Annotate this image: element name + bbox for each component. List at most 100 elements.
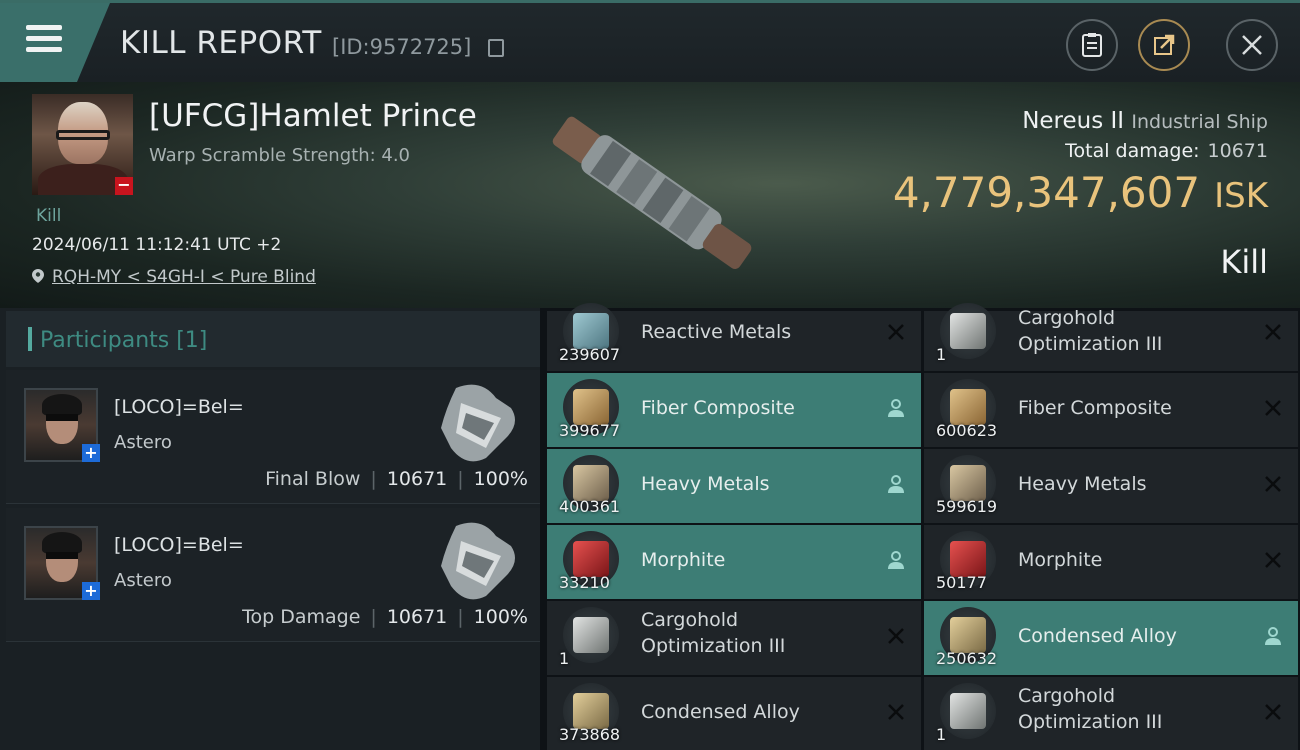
participant-ship: Astero [114, 570, 172, 591]
location-link[interactable]: RQH-MY < S4GH-I < Pure Blind [32, 267, 316, 287]
participant-percent: 100% [473, 468, 528, 490]
plus-badge-icon: + [82, 444, 100, 462]
loot-item[interactable]: 33210 Morphite [547, 525, 921, 599]
participant-damage: 10671 [386, 468, 448, 490]
participant-row[interactable]: + [LOCO]=Bel= Astero Top Damage | 10671 | 10… [6, 508, 540, 642]
item-quantity: 599619 [936, 497, 998, 516]
ship-name[interactable]: Nereus II [1022, 108, 1124, 134]
item-name: Fiber Composite [641, 397, 795, 419]
menu-button[interactable] [0, 3, 110, 82]
plus-badge-icon: + [82, 582, 100, 600]
share-icon [1154, 34, 1175, 55]
item-quantity: 50177 [936, 573, 987, 592]
total-damage-value: 10671 [1207, 140, 1268, 162]
ship-info: Nereus II Industrial Ship [1022, 108, 1268, 134]
location-text: RQH-MY < S4GH-I < Pure Blind [52, 267, 316, 287]
loot-item[interactable]: 239607 Reactive Metals [547, 303, 921, 371]
item-name: Cargohold Optimization III [1018, 307, 1163, 355]
item-name: Cargohold Optimization III [641, 609, 786, 657]
copy-icon[interactable] [488, 39, 504, 57]
participant-stats: Final Blow | 10671 | 100% [265, 468, 528, 490]
close-button[interactable] [1226, 19, 1278, 71]
close-icon[interactable] [885, 321, 907, 343]
participant-role: Top Damage [242, 606, 361, 628]
item-icon [940, 683, 996, 739]
participant-damage: 10671 [386, 606, 448, 628]
isk-amount: 4,779,347,607 [892, 168, 1201, 217]
item-quantity: 1 [936, 725, 947, 744]
loot-item[interactable]: 600623 Fiber Composite [924, 373, 1298, 447]
item-icon [563, 607, 619, 663]
participant-percent: 100% [473, 606, 528, 628]
participant-ship-image[interactable] [426, 516, 526, 606]
loot-item[interactable]: 50177 Morphite [924, 525, 1298, 599]
participant-stats: Top Damage | 10671 | 100% [242, 606, 528, 628]
participant-name[interactable]: [LOCO]=Bel= [114, 396, 244, 418]
item-quantity: 239607 [559, 345, 621, 364]
kill-id: [ID:9572725] [332, 35, 472, 59]
header-bar: KILL REPORT [ID:9572725] [0, 0, 1300, 82]
victim-name[interactable]: [UFCG]Hamlet Prince [149, 98, 477, 134]
item-quantity: 600623 [936, 421, 998, 440]
item-quantity: 1 [936, 345, 947, 364]
item-name: Morphite [1018, 549, 1103, 571]
item-name: Condensed Alloy [641, 701, 800, 723]
kill-result: Kill [1220, 243, 1268, 281]
close-icon[interactable] [1262, 397, 1284, 419]
share-button[interactable] [1138, 19, 1190, 71]
loot-item[interactable]: 250632 Condensed Alloy [924, 601, 1298, 675]
ship-class: Industrial Ship [1131, 111, 1268, 133]
kill-tag: Kill [36, 206, 62, 226]
participant-ship: Astero [114, 432, 172, 453]
participant-ship-image[interactable] [426, 378, 526, 468]
loot-item[interactable]: 1 Cargohold Optimization III [924, 677, 1298, 750]
menu-icon [26, 25, 62, 55]
warp-scramble-strength: Warp Scramble Strength: 4.0 [149, 145, 411, 166]
person-icon[interactable] [885, 397, 907, 419]
loot-item[interactable]: 1 Cargohold Optimization III [924, 303, 1298, 371]
loot-item[interactable]: 400361 Heavy Metals [547, 449, 921, 523]
item-quantity: 373868 [559, 725, 621, 744]
item-quantity: 250632 [936, 649, 998, 668]
close-icon[interactable] [885, 625, 907, 647]
item-name: Cargohold Optimization III [1018, 685, 1163, 733]
location-pin-icon [32, 269, 44, 283]
item-name: Condensed Alloy [1018, 625, 1177, 647]
loot-item[interactable]: 599619 Heavy Metals [924, 449, 1298, 523]
close-icon[interactable] [1262, 321, 1284, 343]
clipboard-button[interactable] [1066, 19, 1118, 71]
item-quantity: 399677 [559, 421, 621, 440]
item-icon [940, 303, 996, 359]
clipboard-icon [1082, 33, 1102, 57]
item-name: Morphite [641, 549, 726, 571]
item-name: Heavy Metals [641, 473, 770, 495]
person-icon[interactable] [1262, 625, 1284, 647]
isk-unit: ISK [1214, 176, 1268, 216]
close-icon [1242, 35, 1262, 55]
loot-item[interactable]: 399677 Fiber Composite [547, 373, 921, 447]
participant-row[interactable]: + [LOCO]=Bel= Astero Final Blow | 10671 | 10… [6, 370, 540, 504]
victim-ship-image[interactable] [528, 92, 778, 302]
item-name: Reactive Metals [641, 321, 792, 343]
close-icon[interactable] [1262, 701, 1284, 723]
item-quantity: 400361 [559, 497, 621, 516]
loot-item[interactable]: 1 Cargohold Optimization III [547, 601, 921, 675]
close-icon[interactable] [1262, 549, 1284, 571]
participants-header[interactable]: Participants [1] [6, 311, 540, 367]
close-icon[interactable] [885, 701, 907, 723]
kill-datetime: 2024/06/11 11:12:41 UTC +2 [32, 235, 282, 255]
total-damage: Total damage: 10671 [1065, 140, 1268, 162]
close-icon[interactable] [1262, 473, 1284, 495]
item-quantity: 33210 [559, 573, 610, 592]
isk-value: 4,779,347,607 ISK [893, 168, 1268, 217]
participants-label: Participants [1] [40, 328, 208, 353]
total-damage-label: Total damage: [1065, 140, 1200, 162]
item-quantity: 1 [559, 649, 570, 668]
participant-name[interactable]: [LOCO]=Bel= [114, 534, 244, 556]
person-icon[interactable] [885, 473, 907, 495]
hostile-badge: − [115, 177, 133, 195]
person-icon[interactable] [885, 549, 907, 571]
page-title: KILL REPORT [120, 25, 322, 61]
loot-item[interactable]: 373868 Condensed Alloy [547, 677, 921, 750]
item-name: Fiber Composite [1018, 397, 1172, 419]
